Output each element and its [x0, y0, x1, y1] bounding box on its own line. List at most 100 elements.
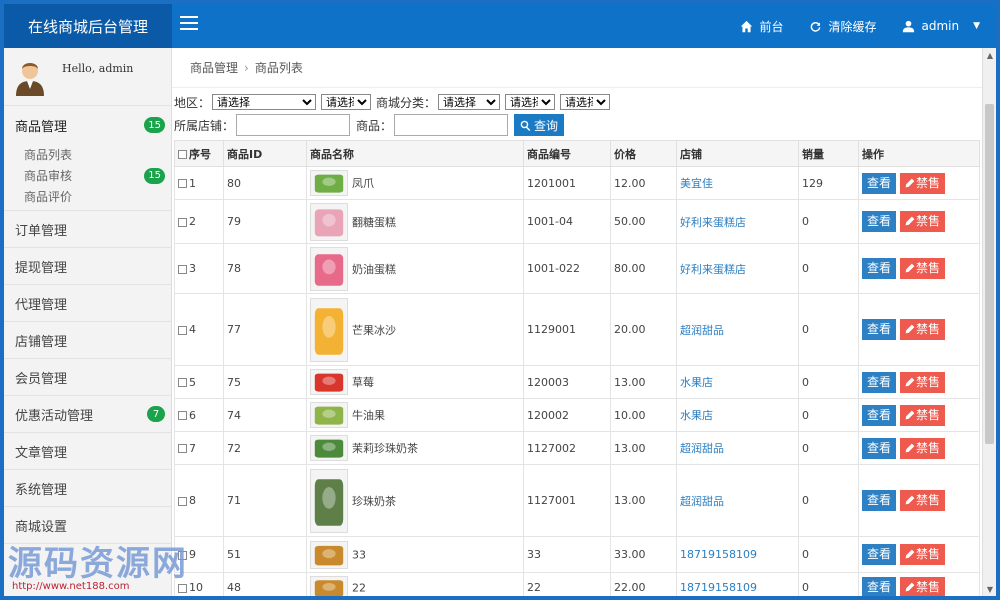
- ban-button-label: 禁售: [915, 322, 940, 336]
- view-button[interactable]: 查看: [862, 490, 896, 511]
- category-select-2[interactable]: 请选择: [505, 94, 556, 110]
- ban-button[interactable]: 禁售: [900, 577, 945, 596]
- row-code: 120003: [523, 365, 611, 399]
- sidebar-item-withdrawals[interactable]: 提现管理: [4, 248, 171, 284]
- row-shop-link[interactable]: 18719158109: [676, 536, 799, 573]
- row-shop-link[interactable]: 水果店: [676, 398, 799, 432]
- row-code: 1001-04: [523, 199, 611, 244]
- sidebar-item-articles[interactable]: 文章管理: [4, 433, 171, 469]
- row-shop-link[interactable]: 美宜佳: [676, 166, 799, 200]
- row-checkbox[interactable]: [178, 325, 187, 335]
- select-all-checkbox[interactable]: [178, 150, 187, 159]
- sidebar-item-agents[interactable]: 代理管理: [4, 285, 171, 321]
- ban-button-label: 禁售: [915, 374, 940, 389]
- row-price: 10.00: [610, 398, 677, 432]
- sidebar-subitem-product-review[interactable]: 商品审核 15: [4, 165, 171, 186]
- ban-button-label: 禁售: [915, 493, 940, 507]
- sidebar-item-members[interactable]: 会员管理: [4, 359, 171, 395]
- view-button[interactable]: 查看: [862, 544, 896, 565]
- region-select[interactable]: 请选择: [212, 94, 317, 110]
- product-thumbnail[interactable]: [310, 170, 348, 196]
- ban-button[interactable]: 禁售: [900, 404, 945, 426]
- sidebar-subitem-product-list[interactable]: 商品列表: [4, 144, 171, 165]
- sidebar-item-orders[interactable]: 订单管理: [4, 211, 171, 247]
- shop-input[interactable]: [236, 114, 351, 136]
- row-shop-link[interactable]: 好利来蛋糕店: [676, 243, 799, 294]
- category-select-3[interactable]: 请选择: [560, 94, 611, 110]
- product-thumbnail[interactable]: [310, 246, 348, 291]
- ban-button[interactable]: 禁售: [900, 258, 945, 279]
- scroll-up-icon[interactable]: ▲: [983, 48, 996, 62]
- count-badge: 15: [144, 167, 165, 184]
- menu-toggle-icon[interactable]: [180, 16, 198, 32]
- column-header-shop: 店铺: [676, 140, 799, 167]
- search-button[interactable]: 查询: [514, 114, 565, 136]
- edit-icon: [905, 443, 915, 452]
- view-button[interactable]: 查看: [862, 577, 896, 596]
- row-id: 72: [223, 431, 307, 465]
- clear-cache-link[interactable]: 清除缓存: [809, 18, 876, 35]
- row-shop-link[interactable]: 超润甜品: [676, 464, 799, 537]
- ban-button[interactable]: 禁售: [900, 319, 945, 340]
- breadcrumb: 商品管理 › 商品列表: [172, 48, 982, 88]
- scroll-thumb[interactable]: [985, 104, 994, 444]
- row-checkbox[interactable]: [178, 444, 187, 453]
- vertical-scrollbar[interactable]: ▲ ▼: [982, 48, 996, 596]
- row-shop-link[interactable]: 18719158109: [676, 572, 799, 596]
- ban-button-label: 禁售: [915, 214, 940, 228]
- view-button[interactable]: 查看: [862, 371, 896, 393]
- sidebar-item-products[interactable]: 商品管理 15: [4, 106, 171, 144]
- scroll-down-icon[interactable]: ▼: [983, 582, 996, 596]
- product-thumbnail[interactable]: [310, 540, 348, 569]
- ban-button[interactable]: 禁售: [900, 544, 945, 565]
- row-actions: 查看 禁售: [858, 365, 980, 399]
- row-seq: 7: [174, 431, 224, 465]
- view-button[interactable]: 查看: [862, 172, 896, 194]
- product-thumbnail[interactable]: [310, 402, 348, 428]
- product-input[interactable]: [394, 114, 509, 136]
- sidebar-subitem-product-comments[interactable]: 商品评价: [4, 186, 171, 207]
- product-thumbnail[interactable]: [310, 369, 348, 395]
- user-menu[interactable]: admin ▼: [902, 19, 980, 33]
- category-select-1[interactable]: 请选择: [438, 94, 501, 110]
- sidebar-item-shops[interactable]: 店铺管理: [4, 322, 171, 358]
- ban-button[interactable]: 禁售: [900, 371, 945, 393]
- row-shop-link[interactable]: 水果店: [676, 365, 799, 399]
- clear-cache-label: 清除缓存: [828, 19, 877, 34]
- sidebar-item-system[interactable]: 系统管理: [4, 470, 171, 506]
- ban-button[interactable]: 禁售: [900, 437, 945, 459]
- view-button[interactable]: 查看: [862, 211, 896, 232]
- row-shop-link[interactable]: 超润甜品: [676, 431, 799, 465]
- home-link[interactable]: 前台: [740, 18, 783, 35]
- sidebar-item-promotions[interactable]: 优惠活动管理 7: [4, 396, 171, 432]
- row-checkbox[interactable]: [178, 378, 187, 387]
- row-checkbox[interactable]: [178, 496, 187, 506]
- ban-button[interactable]: 禁售: [900, 172, 945, 194]
- table-row: 1 80 凤爪 1201001 12.00 美宜佳 129 查看 禁售: [174, 166, 980, 200]
- row-product-name: 33: [352, 548, 366, 561]
- product-thumbnail[interactable]: [310, 297, 348, 362]
- ban-button[interactable]: 禁售: [900, 211, 945, 232]
- row-checkbox[interactable]: [178, 179, 187, 188]
- row-checkbox[interactable]: [178, 217, 187, 227]
- row-shop-link[interactable]: 超润甜品: [676, 293, 799, 366]
- row-id: 80: [223, 166, 307, 200]
- view-button[interactable]: 查看: [862, 258, 896, 279]
- region-sub-select[interactable]: 请选择: [321, 94, 372, 110]
- view-button[interactable]: 查看: [862, 437, 896, 459]
- column-header-sales: 销量: [798, 140, 859, 167]
- view-button[interactable]: 查看: [862, 404, 896, 426]
- view-button[interactable]: 查看: [862, 319, 896, 340]
- row-code: 1201001: [523, 166, 611, 200]
- breadcrumb-root[interactable]: 商品管理: [190, 59, 238, 76]
- row-shop-link[interactable]: 好利来蛋糕店: [676, 199, 799, 244]
- row-checkbox[interactable]: [178, 264, 187, 274]
- ban-button[interactable]: 禁售: [900, 490, 945, 511]
- row-actions: 查看 禁售: [858, 243, 980, 294]
- product-thumbnail[interactable]: [310, 468, 348, 533]
- product-thumbnail[interactable]: [310, 575, 348, 597]
- caret-down-icon: ▼: [973, 21, 980, 31]
- row-checkbox[interactable]: [178, 411, 187, 420]
- product-thumbnail[interactable]: [310, 435, 348, 461]
- product-thumbnail[interactable]: [310, 202, 348, 241]
